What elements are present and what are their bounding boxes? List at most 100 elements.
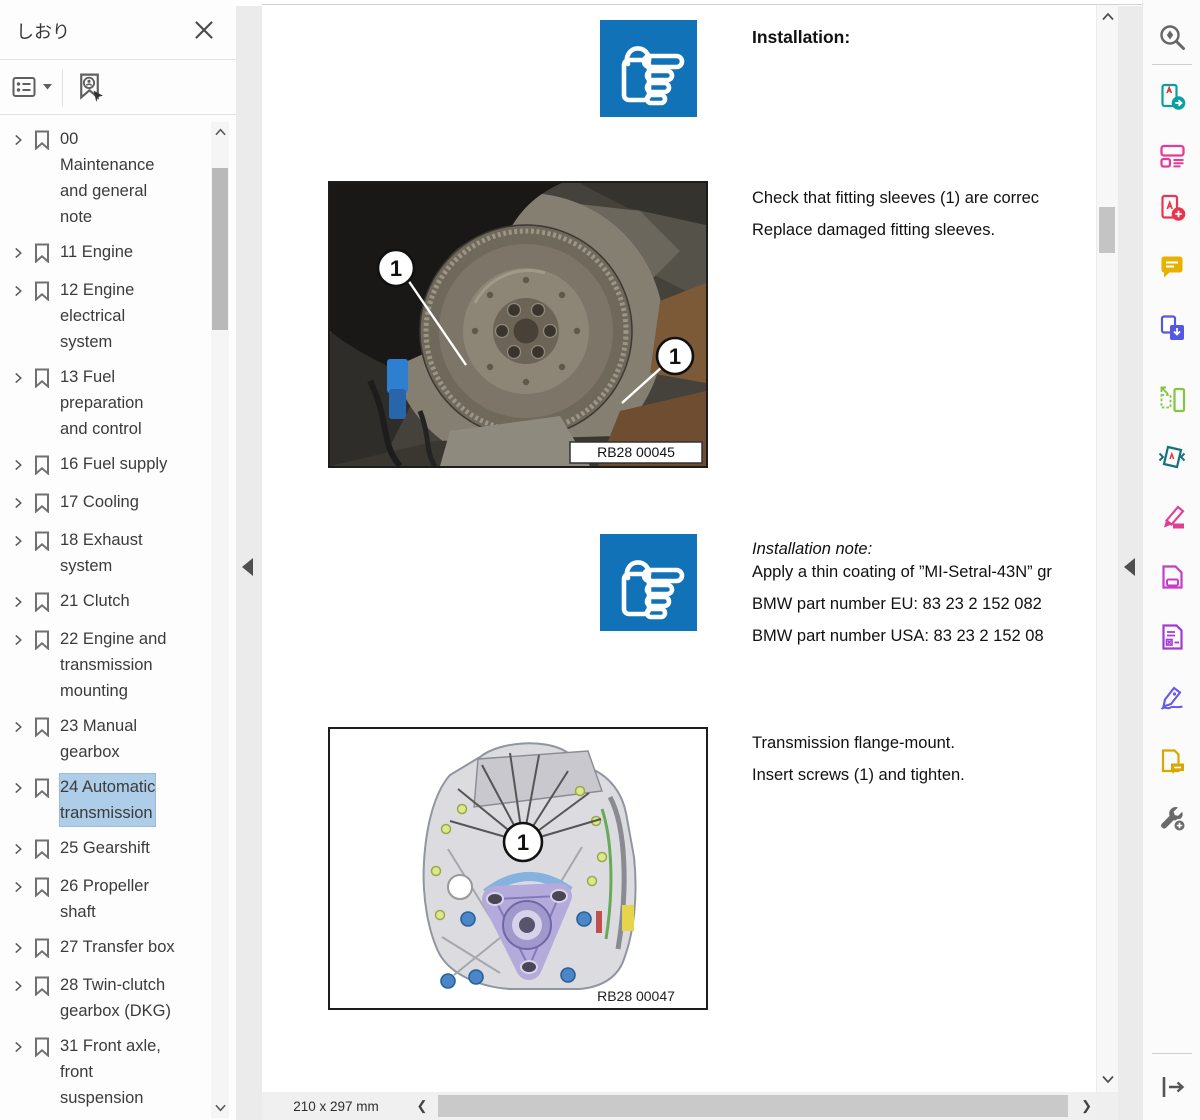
export-pdf-icon[interactable] — [1157, 82, 1187, 112]
compress-pdf-icon[interactable] — [1157, 442, 1187, 472]
chevron-right-icon[interactable] — [8, 527, 30, 552]
vertical-scrollbar-thumb[interactable] — [1099, 207, 1115, 253]
bookmark-item[interactable]: 31 Front axle, front suspension — [8, 1033, 206, 1111]
bookmark-label[interactable]: 17 Cooling — [60, 489, 139, 515]
edit-pdf-icon[interactable] — [1157, 140, 1187, 170]
bookmark-item[interactable]: 12 Engine electrical system — [8, 277, 206, 355]
bookmark-item[interactable]: 24 Automatic transmission — [8, 774, 206, 826]
chevron-right-icon[interactable] — [8, 774, 30, 799]
close-icon[interactable] — [194, 20, 214, 40]
flange-mount-line2: Insert screws (1) and tighten. — [752, 766, 965, 784]
chevron-right-icon[interactable] — [8, 277, 30, 302]
callout-1c: 1 — [517, 830, 529, 855]
chevron-right-icon[interactable] — [8, 873, 30, 898]
callout-1a: 1 — [390, 256, 402, 281]
bookmark-label[interactable]: 28 Twin-clutch gearbox (DKG) — [60, 972, 171, 1024]
bookmarks-title: しおり — [16, 22, 70, 42]
chevron-right-icon[interactable] — [8, 835, 30, 860]
transmission-drawing: 1 RB28 00047 — [328, 727, 708, 1010]
chevron-right-icon[interactable] — [8, 713, 30, 738]
prepare-form-icon[interactable] — [1157, 622, 1187, 652]
more-tools-icon[interactable] — [1157, 803, 1187, 833]
expand-current-bookmark-button[interactable] — [74, 71, 105, 107]
bookmark-item[interactable]: 23 Manual gearbox — [8, 713, 206, 765]
bookmark-label[interactable]: 22 Engine and transmission mounting — [60, 626, 166, 704]
chevron-right-icon[interactable] — [8, 126, 30, 151]
combine-files-icon[interactable] — [1157, 313, 1187, 343]
bookmark-icon — [34, 281, 51, 306]
scrollbar-thumb[interactable] — [212, 168, 228, 330]
bookmark-label[interactable]: 11 Engine — [60, 239, 133, 265]
collapse-left-panel-icon[interactable] — [242, 558, 253, 576]
expand-current-bookmark-icon — [80, 73, 103, 102]
find-tools-icon[interactable] — [1157, 22, 1187, 52]
chevron-right-icon[interactable] — [8, 972, 30, 997]
fill-sign-icon[interactable] — [1157, 502, 1187, 532]
bookmark-item[interactable]: 27 Transfer box — [8, 934, 206, 963]
bookmark-icon — [34, 839, 51, 864]
check-sleeves-line2: Replace damaged fitting sleeves. — [752, 221, 996, 239]
chevron-right-icon[interactable] — [8, 451, 30, 476]
bookmark-label[interactable]: 27 Transfer box — [60, 934, 175, 960]
chevron-right-icon[interactable] — [8, 239, 30, 264]
organize-pages-icon[interactable] — [1157, 385, 1187, 415]
bookmark-item[interactable]: 21 Clutch — [8, 588, 206, 617]
bookmark-item[interactable]: 11 Engine — [8, 239, 206, 268]
convert-document-icon[interactable] — [1157, 562, 1187, 592]
horizontal-scrollbar-thumb[interactable] — [438, 1095, 1068, 1117]
bookmark-icon — [34, 630, 51, 655]
e-sign-icon[interactable] — [1157, 682, 1187, 712]
chevron-right-icon[interactable] — [8, 1033, 30, 1058]
pdf-page[interactable]: Installation: 1 1 RB28 00045 Check that … — [262, 5, 1096, 1092]
bookmark-item[interactable]: 25 Gearshift — [8, 835, 206, 864]
vertical-scrollbar[interactable] — [1096, 5, 1118, 1092]
bookmark-label[interactable]: 23 Manual gearbox — [60, 713, 137, 765]
bookmark-label[interactable]: 16 Fuel supply — [60, 451, 167, 477]
chevron-right-icon[interactable] — [8, 364, 30, 389]
scroll-up-icon[interactable] — [211, 124, 229, 140]
right-panel-gutter — [1118, 6, 1142, 1120]
open-panel-icon[interactable] — [1157, 1072, 1187, 1102]
chevron-right-icon[interactable] — [8, 588, 30, 613]
create-pdf-icon[interactable] — [1157, 193, 1187, 223]
chevron-right-icon[interactable] — [8, 934, 30, 959]
bookmark-options-button[interactable] — [10, 73, 52, 101]
chevron-right-icon[interactable] — [8, 489, 30, 514]
chevron-right-icon[interactable] — [8, 626, 30, 651]
bookmark-item[interactable]: 28 Twin-clutch gearbox (DKG) — [8, 972, 206, 1024]
bookmark-icon — [34, 493, 51, 518]
bookmarks-toolbar — [0, 60, 236, 115]
bookmark-label[interactable]: 25 Gearshift — [60, 835, 150, 861]
bookmark-label[interactable]: 24 Automatic transmission — [60, 774, 156, 826]
scroll-right-icon[interactable]: ❯ — [1081, 1092, 1092, 1120]
comment-icon[interactable] — [1157, 252, 1187, 282]
bookmark-label[interactable]: 13 Fuel preparation and control — [60, 364, 143, 442]
bookmark-label[interactable]: 00 Maintenance and general note — [60, 126, 154, 230]
bookmark-label[interactable]: 21 Clutch — [60, 588, 130, 614]
bookmark-label[interactable]: 26 Propeller shaft — [60, 873, 149, 925]
scroll-up-icon[interactable] — [1097, 9, 1118, 25]
scroll-down-icon[interactable] — [1097, 1072, 1118, 1088]
bookmark-item[interactable]: 13 Fuel preparation and control — [8, 364, 206, 442]
bookmark-item[interactable]: 18 Exhaust system — [8, 527, 206, 579]
bookmark-item[interactable]: 16 Fuel supply — [8, 451, 206, 480]
bookmark-label[interactable]: 18 Exhaust system — [60, 527, 143, 579]
bookmarks-scrollbar[interactable] — [211, 122, 229, 1118]
collapse-right-panel-icon[interactable] — [1124, 558, 1135, 576]
callout-1b: 1 — [669, 344, 681, 369]
scroll-left-icon[interactable]: ❮ — [410, 1098, 434, 1114]
note-part-usa-line: BMW part number USA: 83 23 2 152 08 — [752, 627, 1044, 645]
bookmark-item[interactable]: 00 Maintenance and general note — [8, 126, 206, 230]
bookmark-item[interactable]: 22 Engine and transmission mounting — [8, 626, 206, 704]
bookmarks-header: しおり — [0, 0, 236, 60]
bookmark-item[interactable]: 26 Propeller shaft — [8, 873, 206, 925]
chevron-down-icon — [43, 84, 52, 90]
request-signatures-icon[interactable] — [1157, 747, 1187, 777]
bookmark-label[interactable]: 12 Engine electrical system — [60, 277, 134, 355]
bookmark-item[interactable]: 17 Cooling — [8, 489, 206, 518]
pointing-hand-icon — [600, 20, 697, 117]
figure2-ref-label: RB28 00047 — [597, 988, 675, 1004]
bookmark-label[interactable]: 31 Front axle, front suspension — [60, 1033, 161, 1111]
scroll-down-icon[interactable] — [211, 1100, 229, 1116]
horizontal-scrollbar[interactable]: ❯ — [434, 1092, 1096, 1120]
